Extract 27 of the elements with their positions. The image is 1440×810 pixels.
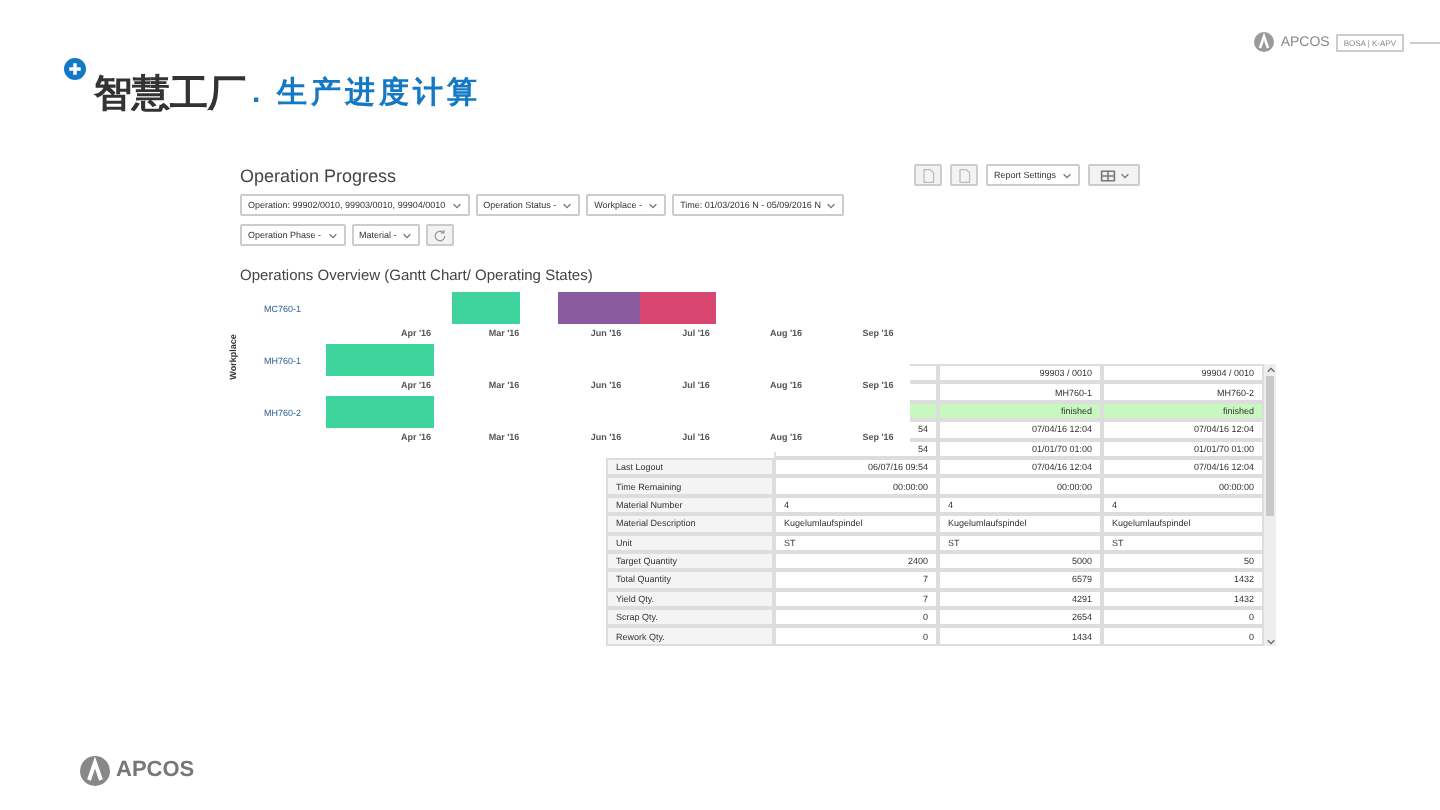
chevron-down-icon [327, 231, 338, 239]
chevron-down-icon [1062, 171, 1072, 179]
plus-icon [64, 58, 86, 80]
document-icon [919, 167, 936, 183]
page-title: Operation Progress [240, 166, 397, 186]
logo-text: APCOS [116, 758, 195, 782]
chevron-down-icon[interactable] [1265, 637, 1275, 646]
export-button[interactable] [949, 164, 978, 186]
chevron-down-icon [826, 201, 837, 209]
view-dropdown[interactable] [1088, 164, 1140, 186]
refresh-icon [432, 227, 449, 243]
chevron-down-icon [1119, 171, 1129, 179]
document-icon [955, 167, 972, 183]
chevron-down-icon [562, 201, 573, 209]
export-button[interactable] [913, 164, 942, 186]
refresh-button[interactable] [426, 224, 455, 246]
slide-subtitle: . 生产进度计算 [252, 74, 481, 112]
chevron-down-icon [648, 201, 659, 209]
chevron-up-icon[interactable] [1265, 366, 1275, 374]
grid-icon [1099, 167, 1115, 183]
scrollbar-thumb[interactable] [1266, 376, 1274, 516]
chevron-down-icon [402, 231, 413, 239]
chevron-down-icon [451, 201, 462, 209]
logo-icon [1254, 32, 1275, 52]
slide-title: 智慧工厂 [94, 71, 246, 120]
logo-icon [80, 755, 110, 785]
scrollbar[interactable] [1264, 364, 1276, 646]
